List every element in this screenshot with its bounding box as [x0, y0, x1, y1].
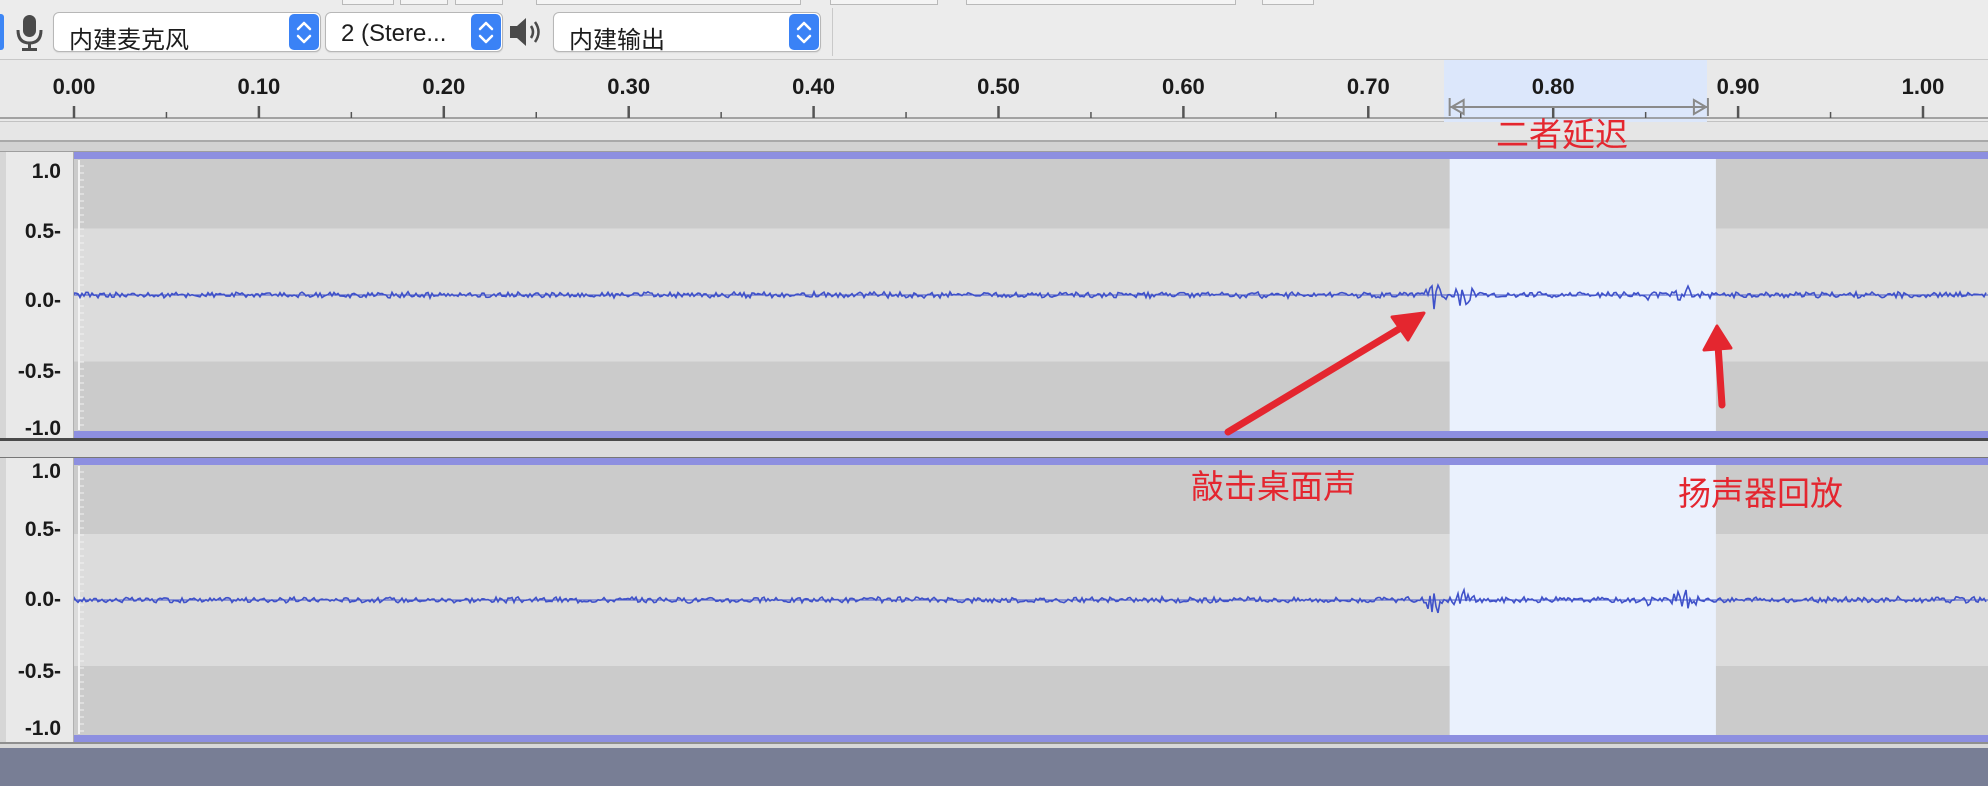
channels-select[interactable]: 2 (Stere...	[325, 12, 503, 52]
ruler-tick-label: 0.70	[1346, 74, 1390, 99]
ruler-tick-label: 0.80	[1531, 74, 1575, 99]
ruler-track-gap	[0, 140, 1988, 152]
speaker-icon	[507, 12, 547, 52]
track-bottom-border	[74, 735, 1988, 742]
scale-label: -0.5-	[17, 660, 61, 683]
ruler-tick-label: 0.40	[792, 74, 836, 99]
ruler-tick-label: 0.90	[1716, 74, 1760, 99]
scale-label: 1.0	[31, 460, 61, 483]
track-1-waveform[interactable]	[74, 152, 1988, 438]
scale-label: 0.0-	[24, 588, 61, 611]
toolbar-button-stub[interactable]	[830, 0, 938, 5]
tap-sound-annotation: 敲击桌面声	[1191, 468, 1356, 505]
ruler-tick-label: 0.60	[1161, 74, 1205, 99]
toolbar-button-stub[interactable]	[400, 0, 448, 5]
updown-stepper-icon	[471, 14, 501, 50]
track-divider[interactable]	[0, 438, 1988, 458]
toolbar-button-stub[interactable]	[455, 0, 503, 5]
scale-label: 1.0	[31, 160, 61, 183]
scale-label: -1.0	[24, 717, 61, 740]
ruler-tick-label: 0.20	[422, 74, 466, 99]
updown-stepper-icon	[289, 14, 319, 50]
output-device-value: 内建输出	[569, 27, 665, 54]
toolbar-button-stub[interactable]	[536, 0, 801, 5]
scale-label: 0.5-	[24, 220, 61, 243]
delay-annotation: 二者延迟	[1496, 116, 1628, 153]
scale-label: -0.5-	[17, 360, 61, 383]
toolbar-button-stub[interactable]	[342, 0, 394, 5]
ruler-tick-label: 0.00	[52, 74, 96, 99]
ruler-tick-label: 0.10	[237, 74, 281, 99]
device-toolbar: 内建麦克风 2 (Stere... 内建输出	[0, 0, 1988, 60]
toolbar-separator	[832, 8, 833, 56]
toolbar-left-edge-control[interactable]	[0, 14, 4, 50]
ruler-tick-label: 1.00	[1901, 74, 1945, 99]
toolbar-button-stub[interactable]	[966, 0, 1236, 5]
empty-track-area	[0, 748, 1988, 786]
scale-label: 0.0-	[24, 289, 61, 312]
output-device-select[interactable]: 内建输出	[553, 12, 821, 54]
microphone-icon	[10, 12, 50, 52]
track-2-vertical-ruler: 1.0 0.5- 0.0- -0.5- -1.0	[0, 458, 74, 742]
scale-label: 0.5-	[24, 518, 61, 541]
toolbar-button-stub[interactable]	[1262, 0, 1314, 5]
track-top-border	[74, 152, 1988, 159]
ruler-tick-label: 0.50	[977, 74, 1020, 99]
input-device-value: 内建麦克风	[69, 27, 189, 54]
speaker-playback-annotation: 扬声器回放	[1678, 475, 1843, 512]
ruler-tick-label: 0.30	[607, 74, 651, 99]
track-1-vertical-ruler: 1.0 0.5- 0.0- -0.5- -1.0	[0, 152, 74, 440]
channels-value: 2 (Stere...	[341, 20, 447, 47]
input-device-select[interactable]: 内建麦克风	[53, 12, 321, 54]
updown-stepper-icon	[789, 14, 819, 50]
track-top-border	[74, 458, 1988, 465]
track-bottom-border	[74, 431, 1988, 438]
